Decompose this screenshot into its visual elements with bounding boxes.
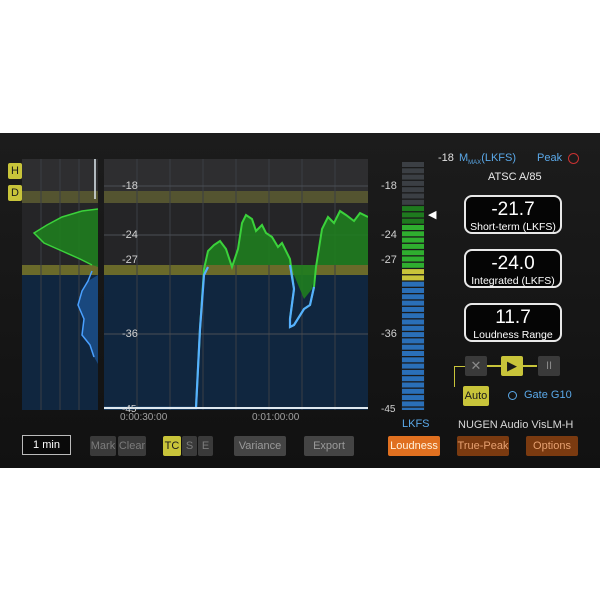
h-button[interactable]: H (8, 163, 22, 179)
meter-segment (402, 288, 424, 293)
meter-segment (402, 231, 424, 237)
transport-connector-2 (523, 365, 537, 367)
meter-scale-27: -27 (381, 254, 397, 266)
auto-button[interactable]: Auto (463, 386, 489, 406)
transport-connector (487, 365, 501, 367)
meter-segment (402, 187, 424, 193)
d-button[interactable]: D (8, 185, 22, 201)
gate-radio-icon[interactable] (508, 391, 517, 400)
meter-segment (402, 225, 424, 230)
meter-segment (402, 382, 424, 388)
loudness-range-label: Loudness Range (473, 329, 553, 341)
pause-button[interactable]: II (538, 356, 560, 376)
meter-segment (402, 262, 424, 268)
short-term-value: -21.7 (491, 199, 535, 220)
meter-scale-36: -36 (381, 328, 397, 340)
short-term-label: Short-term (LKFS) (470, 221, 556, 233)
export-button[interactable]: Export (304, 436, 354, 456)
scale-label-36: -36 (122, 328, 138, 340)
meter-segment (402, 401, 424, 407)
meter-segment (402, 256, 424, 262)
meter-segment (402, 300, 424, 306)
time-label-60s: 0:01:00:00 (252, 412, 300, 423)
meter-segment (402, 180, 424, 186)
meter-segment (402, 369, 424, 375)
meter-scale-24: -24 (381, 229, 397, 241)
short-term-readout: -21.7 Short-term (LKFS) (464, 195, 562, 234)
meter-scale-45: -45 (381, 404, 396, 415)
max-value: -18 (438, 152, 454, 164)
meter-segment (402, 395, 424, 401)
product-name: NUGEN Audio VisLM-H (458, 419, 574, 431)
meter-segment (402, 306, 424, 312)
meter-segment (402, 269, 424, 275)
time-window-field[interactable]: 1 min (22, 435, 71, 455)
meter-segment (402, 351, 424, 356)
meter-segment (402, 332, 424, 338)
e-button[interactable]: E (198, 436, 213, 456)
peak-indicator-icon[interactable] (568, 153, 579, 164)
integrated-value: -24.0 (491, 253, 535, 274)
meter-segment (402, 199, 424, 205)
loudness-mode-button[interactable]: Loudness (388, 436, 440, 456)
meter-segment (402, 325, 424, 331)
scale-label-24: -24 (122, 229, 138, 241)
meter-segment (402, 407, 424, 413)
meter-segment (402, 212, 424, 218)
meter-segment (402, 344, 424, 350)
tc-button[interactable]: TC (163, 436, 181, 456)
variance-button[interactable]: Variance (234, 436, 286, 456)
time-label-30s: 0:00:30:00 (120, 412, 168, 423)
level-meter-bar (401, 160, 425, 413)
meter-segment (402, 357, 424, 363)
meter-segment (402, 174, 424, 180)
mark-button[interactable]: Mark (90, 436, 116, 456)
meter-segment (402, 193, 424, 199)
meter-segment (402, 281, 424, 287)
auto-connector (454, 366, 465, 387)
meter-segment (402, 376, 424, 382)
true-peak-mode-button[interactable]: True-Peak (457, 436, 509, 456)
play-button[interactable]: ▶ (501, 356, 523, 376)
loudness-timeline-graph[interactable] (104, 159, 368, 410)
meter-segment (402, 250, 424, 256)
meter-segment (402, 388, 424, 394)
meter-segment (402, 338, 424, 344)
meter-scale-18: -18 (381, 180, 397, 192)
scale-label-27: -27 (122, 254, 138, 266)
meter-segment (402, 294, 424, 300)
meter-segment (402, 162, 424, 167)
meter-segment (402, 168, 424, 174)
loudness-range-value: 11.7 (495, 307, 531, 328)
meter-segment (402, 243, 424, 249)
clear-button[interactable]: Clear (118, 436, 146, 456)
meter-segment (402, 237, 424, 243)
meter-segment (402, 313, 424, 319)
s-button[interactable]: S (182, 436, 197, 456)
reset-button[interactable]: ✕ (465, 356, 487, 376)
peak-label: Peak (537, 152, 563, 164)
meter-segment (402, 363, 424, 369)
integrated-readout: -24.0 Integrated (LKFS) (464, 249, 562, 288)
target-marker-icon: ◀ (428, 209, 437, 221)
loudness-histogram (22, 159, 98, 410)
gate-label: Gate G10 (524, 389, 572, 401)
max-momentary-label: MMAX(LKFS) (459, 152, 517, 167)
integrated-label: Integrated (LKFS) (471, 275, 555, 287)
meter-segment (402, 206, 424, 212)
meter-unit-label: LKFS (402, 418, 430, 430)
options-button[interactable]: Options (526, 436, 578, 456)
standard-label: ATSC A/85 (488, 171, 542, 183)
loudness-meter-window: H D -18 -24 -27 -36 -45 0:00:30:00 0:01:… (0, 133, 600, 468)
meter-segment (402, 218, 424, 224)
meter-segment (402, 275, 424, 281)
meter-segment (402, 319, 424, 325)
scale-label-18: -18 (122, 180, 138, 192)
loudness-range-readout: 11.7 Loudness Range (464, 303, 562, 342)
